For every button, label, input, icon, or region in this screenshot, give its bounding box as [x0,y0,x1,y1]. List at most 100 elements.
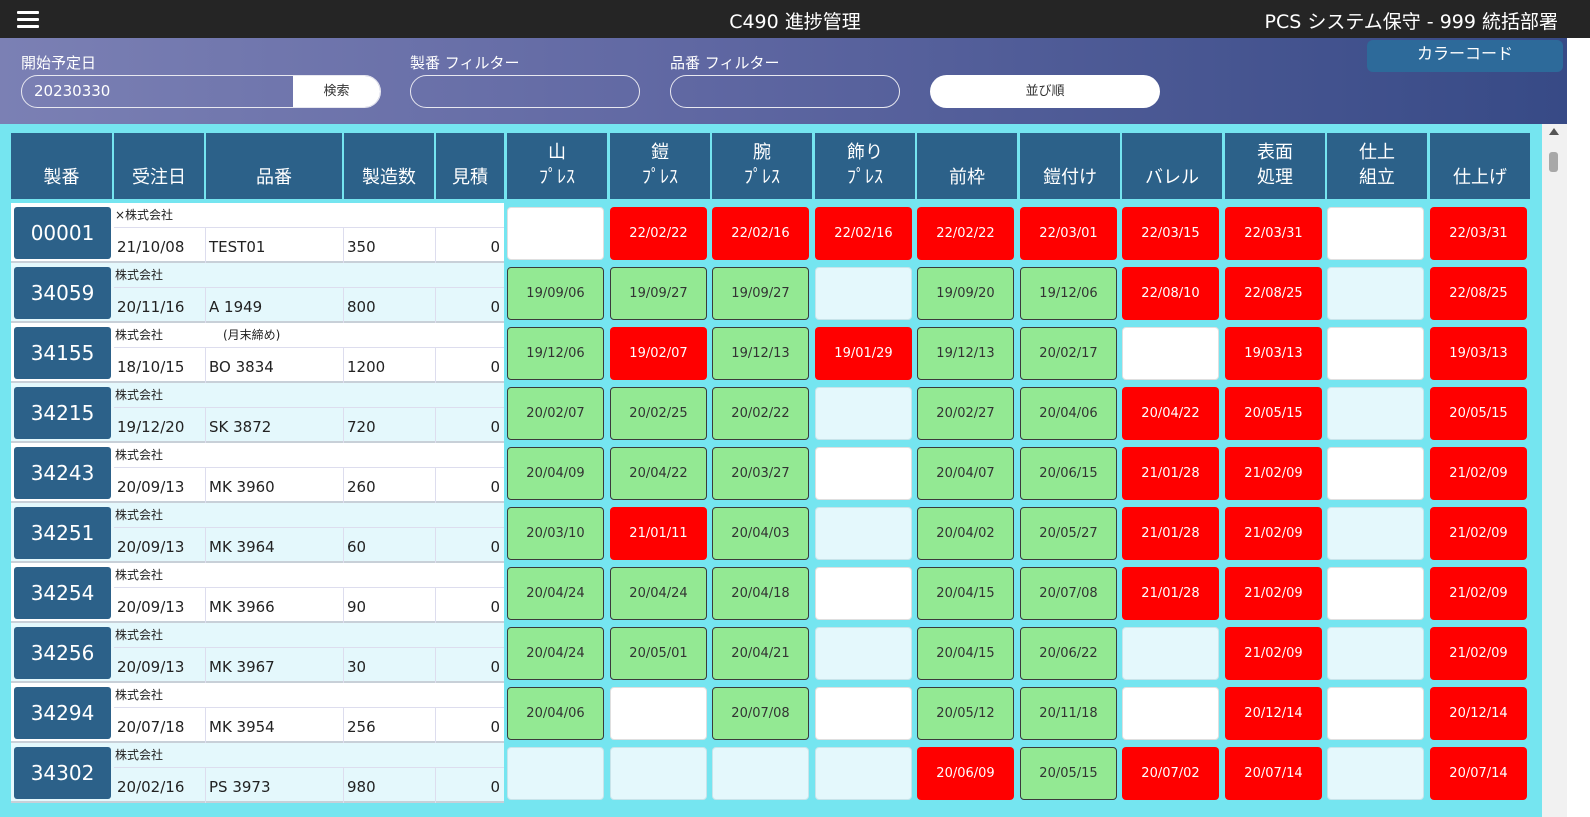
stage-cell[interactable] [1327,747,1424,800]
stage-cell[interactable] [610,747,707,800]
stage-cell[interactable] [815,507,912,560]
stage-cell[interactable]: 20/05/15 [1430,387,1527,440]
stage-cell[interactable] [1327,447,1424,500]
stage-cell[interactable] [1327,567,1424,620]
stage-cell[interactable]: 20/04/15 [917,567,1014,620]
stage-cell[interactable] [1122,327,1219,380]
stage-cell[interactable]: 20/04/03 [712,507,809,560]
stage-cell[interactable] [712,747,809,800]
stage-cell[interactable]: 21/01/28 [1122,507,1219,560]
stage-cell[interactable]: 20/12/14 [1430,687,1527,740]
seiban-button[interactable]: 34251 [14,507,111,559]
stage-cell[interactable]: 22/03/15 [1122,207,1219,260]
stage-cell[interactable]: 20/04/18 [712,567,809,620]
stage-cell[interactable]: 21/02/09 [1430,507,1527,560]
stage-cell[interactable]: 19/09/27 [712,267,809,320]
seiban-button[interactable]: 34254 [14,567,111,619]
stage-cell[interactable] [815,747,912,800]
stage-cell[interactable]: 20/05/27 [1020,507,1117,560]
stage-cell[interactable]: 20/04/02 [917,507,1014,560]
seiban-button[interactable]: 34243 [14,447,111,499]
sort-order-button[interactable]: 並び順 [930,75,1160,108]
stage-cell[interactable]: 20/02/25 [610,387,707,440]
stage-cell[interactable]: 19/09/27 [610,267,707,320]
stage-cell[interactable]: 22/08/10 [1122,267,1219,320]
stage-cell[interactable]: 20/07/14 [1430,747,1527,800]
stage-cell[interactable] [815,627,912,680]
stage-cell[interactable]: 22/03/31 [1225,207,1322,260]
stage-cell[interactable] [815,387,912,440]
seiban-button[interactable]: 34256 [14,627,111,679]
stage-cell[interactable]: 20/05/01 [610,627,707,680]
stage-cell[interactable]: 20/04/06 [1020,387,1117,440]
stage-cell[interactable]: 20/06/22 [1020,627,1117,680]
stage-cell[interactable]: 19/03/13 [1430,327,1527,380]
stage-cell[interactable]: 19/09/20 [917,267,1014,320]
stage-cell[interactable]: 19/12/13 [712,327,809,380]
stage-cell[interactable]: 20/06/15 [1020,447,1117,500]
stage-cell[interactable] [1327,627,1424,680]
stage-cell[interactable]: 21/02/09 [1225,507,1322,560]
stage-cell[interactable] [1327,327,1424,380]
stage-cell[interactable]: 19/02/07 [610,327,707,380]
seiban-button[interactable]: 34215 [14,387,111,439]
scroll-up-arrow-icon[interactable] [1549,128,1559,135]
seiban-button[interactable]: 34155 [14,327,111,379]
stage-cell[interactable] [1122,687,1219,740]
stage-cell[interactable]: 20/04/22 [610,447,707,500]
scroll-thumb[interactable] [1549,152,1558,172]
stage-cell[interactable]: 22/03/31 [1430,207,1527,260]
stage-cell[interactable]: 22/02/16 [815,207,912,260]
hinban-filter-input[interactable] [670,75,900,108]
stage-cell[interactable]: 20/05/12 [917,687,1014,740]
stage-cell[interactable] [1327,507,1424,560]
stage-cell[interactable]: 19/12/06 [507,327,604,380]
seiban-button[interactable]: 00001 [14,207,111,259]
stage-cell[interactable]: 22/02/16 [712,207,809,260]
stage-cell[interactable]: 20/02/22 [712,387,809,440]
seiban-button[interactable]: 34059 [14,267,111,319]
stage-cell[interactable]: 22/08/25 [1225,267,1322,320]
stage-cell[interactable]: 20/04/07 [917,447,1014,500]
seiban-button[interactable]: 34294 [14,687,111,739]
stage-cell[interactable]: 20/07/14 [1225,747,1322,800]
stage-cell[interactable]: 20/04/24 [610,567,707,620]
stage-cell[interactable]: 21/02/09 [1430,567,1527,620]
stage-cell[interactable]: 19/09/06 [507,267,604,320]
stage-cell[interactable]: 20/12/14 [1225,687,1322,740]
stage-cell[interactable]: 22/02/22 [610,207,707,260]
stage-cell[interactable]: 22/02/22 [917,207,1014,260]
stage-cell[interactable]: 20/03/10 [507,507,604,560]
stage-cell[interactable] [815,687,912,740]
stage-cell[interactable]: 19/12/13 [917,327,1014,380]
stage-cell[interactable]: 20/04/24 [507,627,604,680]
stage-cell[interactable]: 22/03/01 [1020,207,1117,260]
stage-cell[interactable] [1122,627,1219,680]
seiban-button[interactable]: 34302 [14,747,111,799]
stage-cell[interactable] [1327,687,1424,740]
stage-cell[interactable]: 21/01/11 [610,507,707,560]
stage-cell[interactable]: 20/07/08 [712,687,809,740]
stage-cell[interactable]: 20/07/08 [1020,567,1117,620]
stage-cell[interactable] [815,567,912,620]
stage-cell[interactable] [1327,207,1424,260]
stage-cell[interactable] [815,267,912,320]
stage-cell[interactable]: 19/01/29 [815,327,912,380]
stage-cell[interactable]: 21/02/09 [1225,447,1322,500]
stage-cell[interactable]: 20/06/09 [917,747,1014,800]
stage-cell[interactable]: 20/05/15 [1020,747,1117,800]
stage-cell[interactable]: 20/03/27 [712,447,809,500]
stage-cell[interactable]: 20/04/09 [507,447,604,500]
stage-cell[interactable]: 20/07/02 [1122,747,1219,800]
stage-cell[interactable]: 21/02/09 [1225,627,1322,680]
stage-cell[interactable] [1327,267,1424,320]
stage-cell[interactable]: 20/04/21 [712,627,809,680]
stage-cell[interactable]: 21/02/09 [1430,627,1527,680]
stage-cell[interactable] [507,747,604,800]
stage-cell[interactable]: 19/03/13 [1225,327,1322,380]
seiban-filter-input[interactable] [410,75,640,108]
stage-cell[interactable]: 20/04/22 [1122,387,1219,440]
stage-cell[interactable]: 20/05/15 [1225,387,1322,440]
stage-cell[interactable]: 20/02/17 [1020,327,1117,380]
stage-cell[interactable]: 21/02/09 [1225,567,1322,620]
